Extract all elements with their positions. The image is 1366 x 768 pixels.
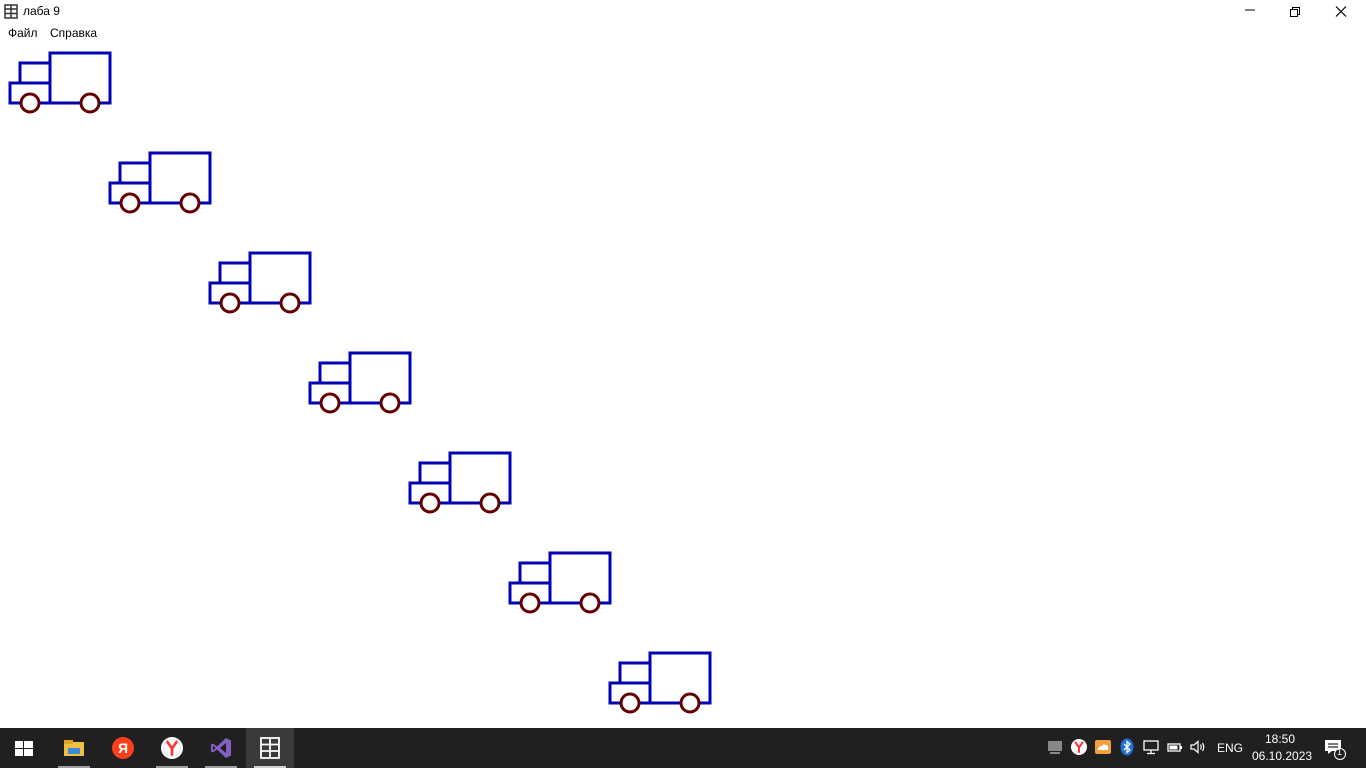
truck-cabin — [518, 561, 552, 585]
truck-cargo-box — [348, 351, 412, 405]
start-button[interactable] — [0, 728, 48, 768]
truck — [108, 151, 212, 214]
drawing-canvas — [0, 42, 1366, 728]
truck-front-wheel — [219, 292, 241, 314]
notification-center-button[interactable]: 1 — [1322, 736, 1348, 760]
truck-cabin — [418, 461, 452, 485]
taskbar-yandex-browser[interactable] — [148, 728, 196, 768]
app-grid-icon — [4, 4, 18, 19]
truck — [608, 651, 712, 714]
truck-rear-wheel — [479, 492, 501, 514]
restore-icon — [1290, 7, 1300, 17]
window-title: лаба 9 — [23, 4, 60, 18]
yandex-browser-tray-icon[interactable] — [1070, 738, 1088, 756]
truck-cabin — [218, 261, 252, 285]
taskbar-lab9-app[interactable] — [246, 728, 294, 768]
truck-rear-wheel — [679, 692, 701, 714]
truck-rear-wheel — [279, 292, 301, 314]
truck-cabin — [618, 661, 652, 685]
volume-icon[interactable] — [1189, 738, 1207, 756]
truck — [8, 51, 112, 114]
truck — [308, 351, 412, 414]
restore-button[interactable] — [1272, 0, 1318, 24]
truck-cargo-box — [148, 151, 212, 205]
close-button[interactable] — [1318, 0, 1364, 24]
clock-date[interactable]: 06.10.2023 — [1252, 749, 1312, 763]
minimize-button[interactable] — [1227, 0, 1273, 24]
truck — [208, 251, 312, 314]
cloud-sync-icon[interactable] — [1094, 738, 1112, 756]
truck-rear-wheel — [179, 192, 201, 214]
taskbar-yandex[interactable]: Я — [99, 728, 147, 768]
truck-rear-wheel — [79, 92, 101, 114]
clock-time[interactable]: 18:50 — [1265, 732, 1295, 746]
device-icon[interactable] — [1046, 738, 1064, 756]
taskbar-visual-studio[interactable] — [197, 728, 245, 768]
start-windows-icon — [15, 741, 33, 756]
taskbar: Я ENG 18:50 06.10.2023 1 — [0, 728, 1366, 768]
truck-front-wheel — [19, 92, 41, 114]
truck — [408, 451, 512, 514]
title-bar: лаба 9 — [0, 0, 1366, 24]
truck-rear-wheel — [579, 592, 601, 614]
truck-cargo-box — [548, 551, 612, 605]
truck-cargo-box — [648, 651, 712, 705]
truck-cabin — [318, 361, 352, 385]
svg-text:Я: Я — [118, 740, 128, 756]
yandex-browser-icon — [161, 737, 183, 759]
app-grid-icon — [260, 737, 280, 759]
minimize-icon — [1245, 9, 1255, 11]
truck-front-wheel — [419, 492, 441, 514]
yandex-icon: Я — [112, 737, 134, 759]
truck-front-wheel — [619, 692, 641, 714]
notification-icon — [1325, 740, 1346, 760]
truck-front-wheel — [319, 392, 341, 414]
taskbar-explorer[interactable] — [50, 728, 98, 768]
menu-bar: Файл Справка — [0, 24, 1366, 43]
menu-file[interactable]: Файл — [6, 26, 40, 40]
truck — [508, 551, 612, 614]
truck-rear-wheel — [379, 392, 401, 414]
truck-cargo-box — [48, 51, 112, 105]
bluetooth-icon[interactable] — [1118, 738, 1136, 756]
file-explorer-icon — [64, 740, 84, 756]
visual-studio-icon — [211, 738, 231, 758]
input-language[interactable]: ENG — [1217, 741, 1243, 755]
truck-cabin — [118, 161, 152, 185]
network-icon[interactable] — [1142, 738, 1160, 756]
truck-front-wheel — [119, 192, 141, 214]
trucks-drawing — [8, 51, 712, 714]
truck-cabin — [18, 61, 52, 85]
menu-help[interactable]: Справка — [48, 26, 99, 40]
truck-cargo-box — [448, 451, 512, 505]
truck-cargo-box — [248, 251, 312, 305]
close-icon — [1335, 6, 1347, 17]
truck-front-wheel — [519, 592, 541, 614]
battery-icon[interactable] — [1166, 738, 1184, 756]
notification-count: 1 — [1337, 747, 1343, 757]
